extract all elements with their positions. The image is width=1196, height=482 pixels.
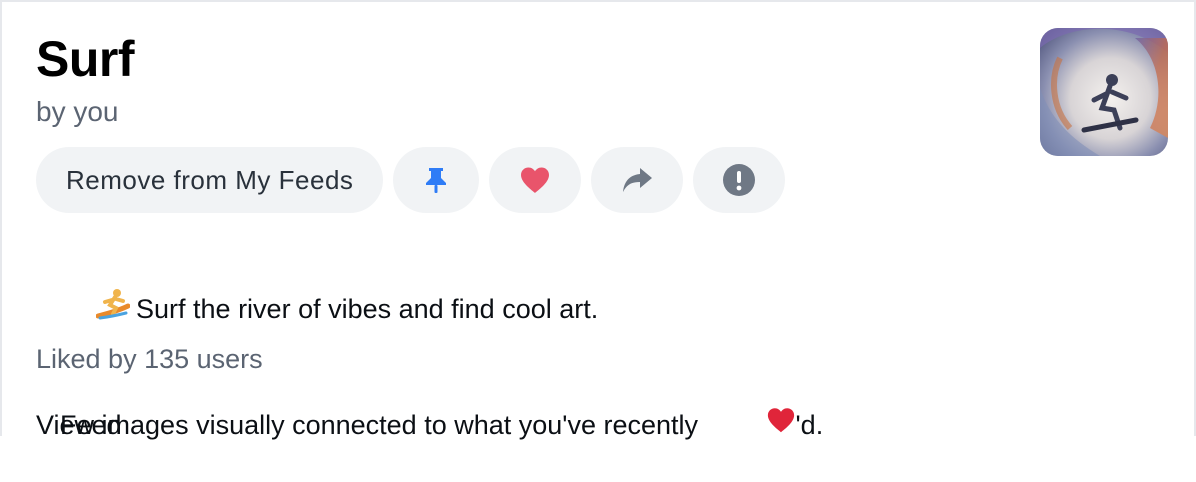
feed-actions: Remove from My Feeds xyxy=(36,147,786,213)
feed-header-card: Surf by you Remove from My Feeds Surf th… xyxy=(0,0,1196,440)
tab-feed[interactable]: Feed xyxy=(60,410,122,441)
feed-byline: by you xyxy=(36,96,119,127)
description-text-2-end: 'd. xyxy=(795,410,824,440)
pin-icon xyxy=(426,168,447,193)
share-arrow-icon xyxy=(623,168,653,192)
share-button[interactable] xyxy=(591,147,684,213)
remove-from-my-feeds-button[interactable]: Remove from My Feeds xyxy=(36,147,384,213)
exclamation-circle-icon xyxy=(723,164,756,196)
surfer-art-avatar-icon xyxy=(1040,28,1168,156)
feed-title: Surf xyxy=(36,31,135,87)
description-text-1: Surf the river of vibes and find cool ar… xyxy=(136,294,599,324)
description-line-2: View images visually connected to what y… xyxy=(36,368,823,482)
liked-by-count[interactable]: Liked by 135 users xyxy=(36,344,263,375)
description-text-2: View images visually connected to what y… xyxy=(36,410,706,440)
heart-icon xyxy=(521,167,550,193)
feed-avatar[interactable] xyxy=(1040,28,1168,156)
like-button[interactable] xyxy=(489,147,582,213)
pin-button[interactable] xyxy=(393,147,480,213)
report-button[interactable] xyxy=(693,147,786,213)
red-heart-emoji-icon xyxy=(706,368,796,482)
